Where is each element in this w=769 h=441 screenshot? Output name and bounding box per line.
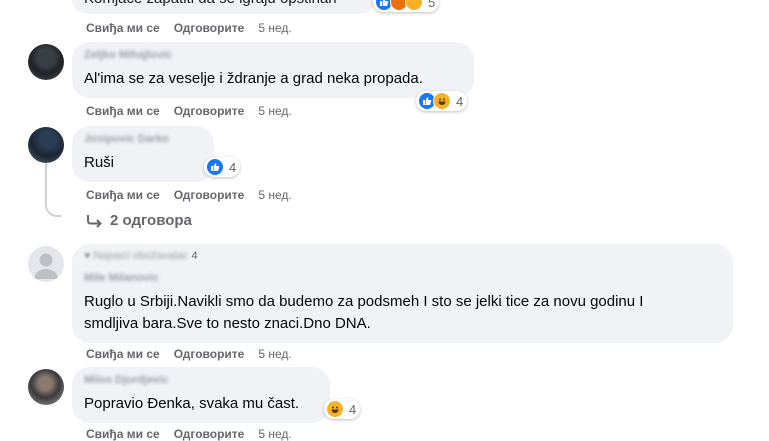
comment-text: Ruši	[84, 154, 115, 171]
comment-bubble: Zeljko Mihajlovic Al'ima se za veselje i…	[72, 42, 474, 98]
comment-text: Popravio Đenka, svaka mu čast.	[84, 395, 300, 412]
comment-text-line2: smdljiva bara.Sve to nesto znaci.Dno DNA…	[84, 315, 371, 332]
reply-button[interactable]: Одговорите	[174, 188, 245, 202]
avatar[interactable]	[28, 127, 64, 163]
reply-button[interactable]: Одговорите	[174, 427, 245, 441]
haha-reaction-icon	[326, 400, 344, 418]
badge-count: 4	[191, 250, 198, 262]
like-reaction-icon	[206, 158, 224, 176]
commenter-name[interactable]: Mile Milanovic	[84, 272, 159, 284]
like-button[interactable]: Свиђа ми се	[86, 347, 160, 361]
top-fan-label: Najveći obožavalac	[93, 250, 189, 262]
commenter-name[interactable]: Josipovic Darko	[84, 133, 169, 145]
avatar[interactable]	[28, 246, 64, 282]
like-button[interactable]: Свиђа ми се	[86, 188, 160, 202]
like-button[interactable]: Свиђа ми се	[86, 104, 160, 118]
reaction-count: 4	[349, 401, 357, 417]
comment-text: Al'ima se za veselje i ždranje a grad ne…	[84, 70, 423, 87]
view-replies-button[interactable]: 2 одговора	[86, 212, 192, 229]
commenter-name[interactable]: Milos Djordjevic	[84, 374, 168, 386]
comment-bubble: Milos Djordjevic Popravio Đenka, svaka m…	[72, 367, 330, 423]
comment-bubble: ♥ Najveći obožavalac 4 Mile Milanovic Ru…	[72, 244, 733, 343]
comment-actions: Свиђа ми се Одговорите 5 нед.	[86, 21, 306, 35]
comment-bubble: Josipovic Darko Ruši	[72, 126, 214, 182]
like-button[interactable]: Свиђа ми се	[86, 21, 160, 35]
timestamp[interactable]: 5 нед.	[258, 188, 291, 202]
reply-button[interactable]: Одговорите	[174, 347, 245, 361]
reply-button[interactable]: Одговорите	[174, 21, 245, 35]
like-button[interactable]: Свиђа ми се	[86, 427, 160, 441]
avatar[interactable]	[28, 44, 64, 80]
timestamp[interactable]: 5 нед.	[258, 347, 291, 361]
comment-text: Komjace zapatiti da se igraju opstinan	[84, 0, 337, 9]
comment-actions: Свиђа ми се Одговорите 5 нед.	[86, 104, 306, 118]
commenter-name[interactable]: Zeljko Mihajlovic	[84, 49, 172, 61]
reply-arrow-icon	[87, 214, 102, 228]
haha-reaction-icon	[433, 92, 451, 110]
reaction-summary[interactable]: 4	[324, 399, 361, 419]
reaction-count: 4	[229, 159, 237, 175]
reaction-count: 4	[456, 93, 464, 109]
reaction-summary[interactable]: 5	[373, 0, 440, 12]
reaction-count: 5	[428, 0, 436, 10]
comment-actions: Свиђа ми се Одговорите 5 нед.	[86, 427, 306, 441]
top-fan-badge: ♥ Najveći obožavalac 4	[84, 250, 198, 262]
default-avatar-icon	[34, 253, 58, 279]
top-fan-icon: ♥	[84, 250, 91, 262]
reaction-summary[interactable]: 4	[416, 91, 468, 111]
reply-button[interactable]: Одговорите	[174, 104, 245, 118]
comment-text-line1: Ruglo u Srbiji.Navikli smo da budemo za …	[84, 293, 644, 310]
comment-bubble: Komjace zapatiti da se igraju opstinan	[72, 0, 376, 14]
reply-thread-line	[45, 163, 61, 217]
comment-actions: Свиђа ми се Одговорите 5 нед.	[86, 347, 306, 361]
timestamp[interactable]: 5 нед.	[258, 427, 291, 441]
timestamp[interactable]: 5 нед.	[258, 104, 291, 118]
comment-actions: Свиђа ми се Одговорите 5 нед.	[86, 188, 306, 202]
avatar[interactable]	[28, 369, 64, 405]
timestamp[interactable]: 5 нед.	[258, 21, 291, 35]
wow-reaction-icon	[405, 0, 423, 11]
reaction-summary[interactable]: 4	[204, 157, 241, 177]
replies-count-label: 2 одговора	[110, 212, 192, 229]
